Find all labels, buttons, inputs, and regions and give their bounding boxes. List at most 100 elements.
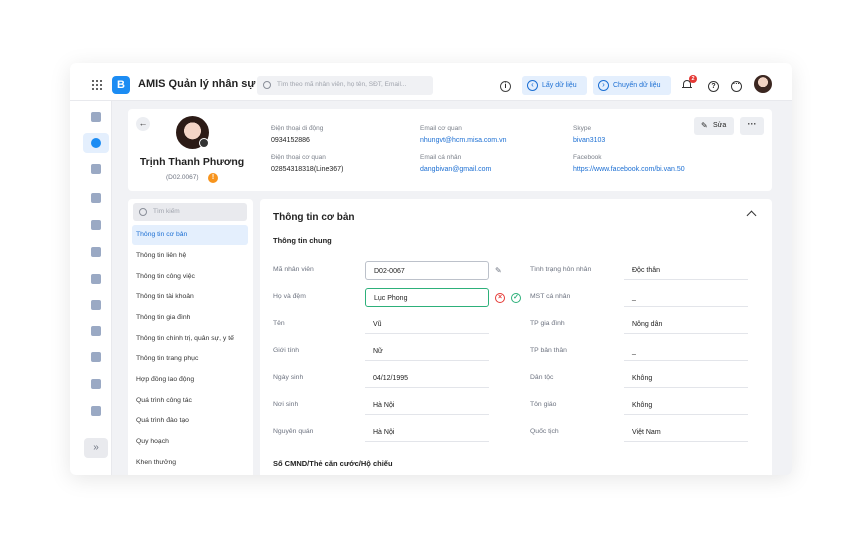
birth-date-label: Ngày sinh	[273, 374, 304, 381]
app-grid-icon[interactable]	[92, 80, 102, 90]
rail-chart[interactable]	[83, 374, 109, 394]
first-name-label: Tên	[273, 320, 285, 327]
rail-gift[interactable]	[83, 295, 109, 315]
search-icon	[139, 208, 147, 216]
pencil-icon: ✎	[701, 121, 708, 130]
app-title: AMIS Quản lý nhân sự	[138, 78, 256, 90]
info-icon[interactable]: i	[500, 81, 511, 92]
menu-search-input[interactable]: Tìm kiếm	[133, 203, 247, 221]
home-icon	[91, 112, 101, 122]
transfer-data-button[interactable]: › Chuyển dữ liệu	[593, 76, 671, 95]
skype-label: Skype	[573, 125, 592, 132]
nationality-field[interactable]: Việt Nam	[624, 423, 748, 442]
menu-item-political-info[interactable]: Thông tin chính trị, quân sự, y tế	[132, 329, 248, 349]
family-background-field[interactable]: Nông dân	[624, 315, 748, 334]
expand-rail-button[interactable]: »	[84, 438, 108, 458]
employee-profile-card: ← Trịnh Thanh Phương (D02.0067) ! Điện t…	[128, 109, 772, 191]
employee-icon	[91, 138, 101, 148]
personal-email-label: Email cá nhân	[420, 154, 462, 161]
menu-item-basic-info[interactable]: Thông tin cơ bản	[132, 225, 248, 245]
personal-background-label: TP bản thân	[530, 347, 567, 354]
work-email-link[interactable]: nhungvt@hcm.misa.com.vn	[420, 137, 506, 144]
rail-info[interactable]	[83, 321, 109, 341]
facebook-label: Facebook	[573, 154, 602, 161]
section-menu: Tìm kiếm Thông tin cơ bản Thông tin liên…	[128, 199, 253, 475]
section-title: Thông tin cơ bản	[273, 212, 355, 223]
rail-employee[interactable]	[83, 133, 109, 153]
personal-background-field[interactable]: _	[624, 342, 748, 361]
camera-icon[interactable]	[199, 138, 209, 148]
pencil-icon[interactable]: ✎	[495, 266, 502, 275]
menu-item-account-info[interactable]: Thông tin tài khoản	[132, 287, 248, 307]
rail-document[interactable]	[83, 159, 109, 179]
document-icon	[91, 164, 101, 174]
get-data-button[interactable]: ‹ Lấy dữ liệu	[522, 76, 587, 95]
arrow-left-icon: ‹	[527, 80, 538, 91]
birth-place-field[interactable]: Hà Nội	[365, 396, 489, 415]
search-placeholder: Tìm theo mã nhân viên, họ tên, SĐT, Emai…	[277, 81, 407, 88]
team-icon	[91, 352, 101, 362]
rail-team[interactable]	[83, 347, 109, 367]
rail-user-add[interactable]	[83, 269, 109, 289]
religion-label: Tôn giáo	[530, 401, 557, 408]
transfer-data-label: Chuyển dữ liệu	[613, 82, 661, 89]
info-icon	[91, 326, 101, 336]
user-check-icon	[91, 193, 101, 203]
gender-field[interactable]: Nữ	[365, 342, 489, 361]
top-bar: B AMIS Quản lý nhân sự Tìm theo mã nhân …	[70, 63, 792, 101]
office-phone-label: Điện thoại cơ quan	[271, 154, 326, 161]
search-icon	[263, 81, 271, 89]
edit-button[interactable]: ✎ Sửa	[694, 117, 734, 135]
warning-icon[interactable]: !	[208, 173, 218, 183]
confirm-icon[interactable]: ✓	[511, 293, 521, 303]
menu-item-contact-info[interactable]: Thông tin liên hệ	[132, 246, 248, 266]
tax-code-field[interactable]: _	[624, 288, 748, 307]
personal-email-link[interactable]: dangbivan@gmail.com	[420, 166, 491, 173]
skype-link[interactable]: bivan3103	[573, 137, 605, 144]
family-background-label: TP gia đình	[530, 320, 565, 327]
religion-field[interactable]: Không	[624, 396, 748, 415]
ethnicity-field[interactable]: Không	[624, 369, 748, 388]
more-actions-button[interactable]: ···	[740, 117, 764, 135]
settings-icon	[91, 406, 101, 416]
ethnicity-label: Dân tộc	[530, 374, 554, 381]
menu-item-labor-contract[interactable]: Hợp đồng lao động	[132, 370, 248, 390]
employee-code-label: Mã nhân viên	[273, 266, 314, 273]
menu-item-training-history[interactable]: Quá trình đào tạo	[132, 411, 248, 431]
hometown-field[interactable]: Hà Nội	[365, 423, 489, 442]
last-middle-name-field[interactable]: Lục Phong	[365, 288, 489, 307]
marital-status-label: Tình trạng hôn nhân	[530, 266, 592, 273]
office-phone-value: 02854318318(Line367)	[271, 166, 344, 173]
facebook-link[interactable]: https://www.facebook.com/bi.van.50	[573, 166, 685, 173]
birth-date-field[interactable]: 04/12/1995	[365, 369, 489, 388]
work-email-label: Email cơ quan	[420, 125, 462, 132]
menu-item-job-info[interactable]: Thông tin công việc	[132, 267, 248, 287]
cancel-icon[interactable]: ×	[495, 293, 505, 303]
marital-status-field[interactable]: Độc thân	[624, 261, 748, 280]
menu-item-work-history[interactable]: Quá trình công tác	[132, 391, 248, 411]
last-middle-name-label: Họ và đệm	[273, 293, 306, 300]
group-title: Thông tin chung	[273, 236, 332, 245]
chevron-up-icon[interactable]	[746, 210, 757, 221]
user-avatar[interactable]	[754, 75, 772, 93]
rail-transfer[interactable]	[83, 242, 109, 262]
employee-code: (D02.0067)	[166, 174, 199, 181]
rail-user-remove[interactable]	[83, 215, 109, 235]
employee-code-field[interactable]: D02-0067	[365, 261, 489, 280]
rail-user-check[interactable]	[83, 188, 109, 208]
rail-home[interactable]	[83, 107, 109, 127]
rail-settings[interactable]	[83, 401, 109, 421]
menu-item-uniform-info[interactable]: Thông tin trang phục	[132, 349, 248, 369]
menu-item-planning[interactable]: Quy hoạch	[132, 432, 248, 452]
menu-item-family-info[interactable]: Thông tin gia đình	[132, 308, 248, 328]
menu-item-rewards[interactable]: Khen thưởng	[132, 453, 248, 473]
back-button[interactable]: ←	[136, 117, 150, 131]
global-search-input[interactable]: Tìm theo mã nhân viên, họ tên, SĐT, Emai…	[257, 76, 433, 95]
notification-badge: 2	[689, 75, 697, 83]
tax-code-label: MST cá nhân	[530, 293, 571, 300]
arrow-right-icon: ›	[598, 80, 609, 91]
more-options-icon[interactable]: ···	[731, 81, 742, 92]
first-name-field[interactable]: Vũ	[365, 315, 489, 334]
help-icon[interactable]: ?	[708, 81, 719, 92]
chart-icon	[91, 379, 101, 389]
